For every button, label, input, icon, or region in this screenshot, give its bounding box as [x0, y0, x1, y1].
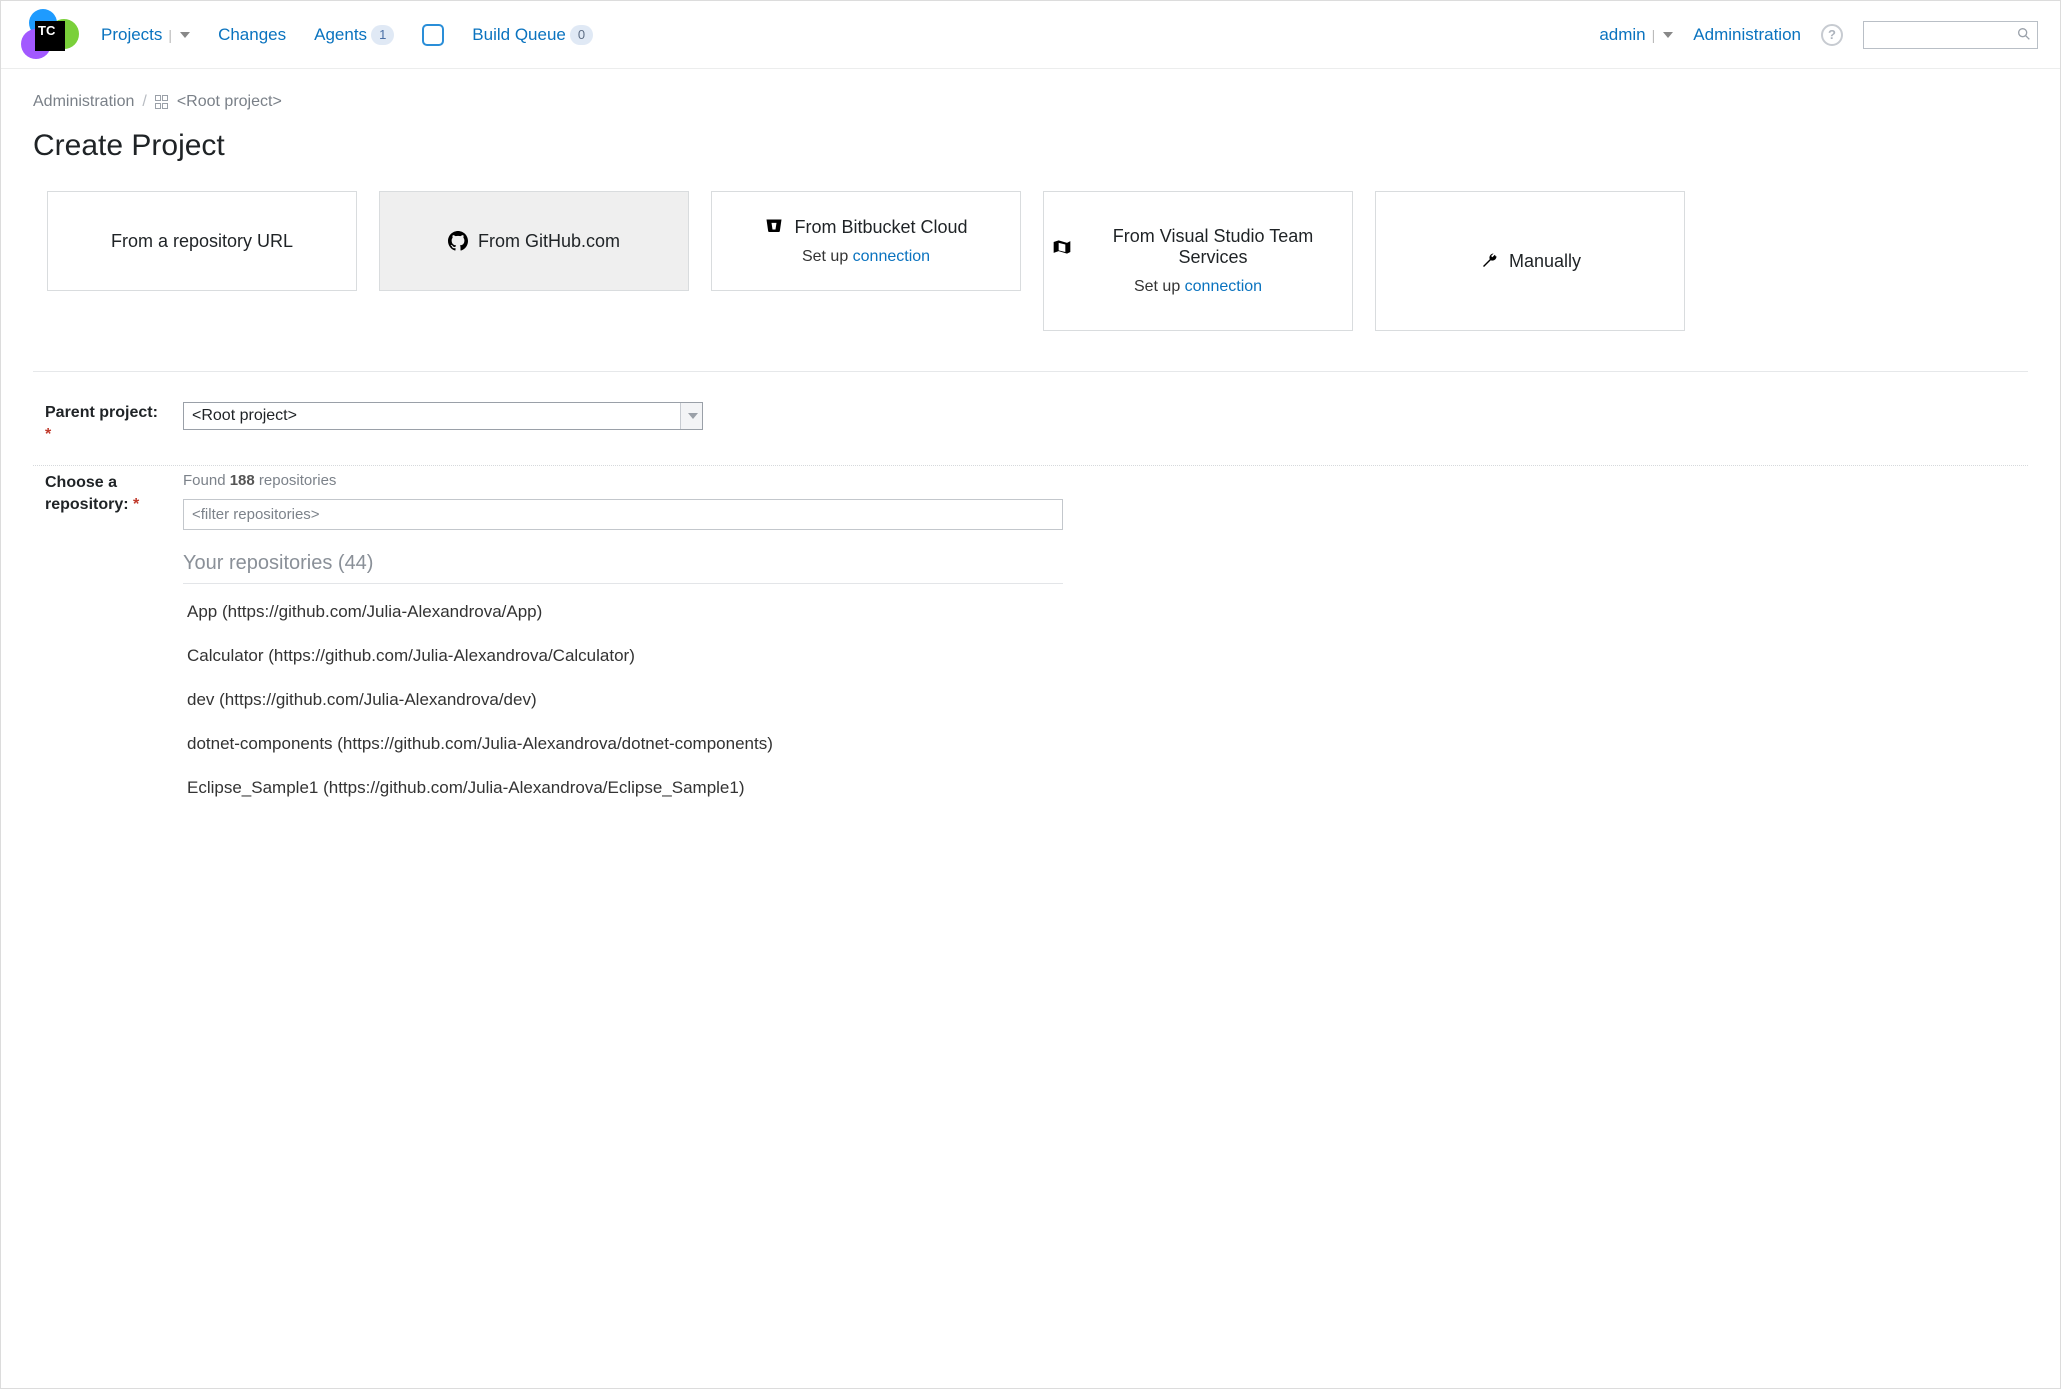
your-repositories-header: Your repositories (44) [183, 552, 1063, 584]
teamcity-logo[interactable]: TC [11, 7, 81, 63]
square-button[interactable] [422, 24, 444, 46]
repo-item[interactable]: App (https://github.com/Julia-Alexandrov… [183, 590, 1063, 634]
choose-repo-label: Choose a repository: * [45, 472, 163, 515]
found-repos-count: 188 [230, 472, 255, 489]
parent-project-select[interactable]: <Root project> [183, 402, 703, 430]
agents-count-badge: 1 [371, 25, 394, 45]
github-icon [448, 231, 468, 251]
tile-from-vsts[interactable]: From Visual Studio Team Services Set up … [1043, 191, 1353, 331]
search-input[interactable] [1863, 21, 2038, 49]
nav-user-label: admin [1599, 25, 1645, 45]
parent-project-dropdown-button[interactable] [680, 403, 702, 429]
nav-administration[interactable]: Administration [1693, 25, 1801, 45]
tile-from-bitbucket[interactable]: From Bitbucket Cloud Set up connection [711, 191, 1021, 291]
chevron-down-icon[interactable] [180, 32, 190, 38]
chevron-down-icon [688, 413, 698, 419]
nav-build-queue[interactable]: Build Queue 0 [472, 25, 593, 45]
divider [33, 371, 2028, 372]
nav-changes-label: Changes [218, 25, 286, 45]
parent-project-row: Parent project: * <Root project> [33, 396, 2028, 465]
choose-repo-row: Choose a repository: * Found 188 reposit… [33, 466, 2028, 830]
wrench-icon [1479, 251, 1499, 271]
nav-agents-label: Agents [314, 25, 367, 45]
tile-from-vsts-label: From Visual Studio Team Services [1082, 226, 1344, 268]
create-source-tiles: From a repository URL From GitHub.com Fr… [47, 191, 2028, 331]
nav-administration-label: Administration [1693, 25, 1801, 45]
tile-from-repo-url[interactable]: From a repository URL [47, 191, 357, 291]
repo-item[interactable]: Calculator (https://github.com/Julia-Ale… [183, 634, 1063, 678]
page-title: Create Project [33, 129, 2028, 163]
tile-manually[interactable]: Manually [1375, 191, 1685, 331]
repo-item[interactable]: Eclipse_Sample1 (https://github.com/Juli… [183, 766, 1063, 810]
nav-changes[interactable]: Changes [218, 25, 286, 45]
help-icon[interactable]: ? [1821, 24, 1843, 46]
nav-left: Projects | Changes Agents 1 Build Queue … [101, 24, 593, 46]
breadcrumb-root: <Root project> [177, 93, 282, 111]
nav-projects-label: Projects [101, 25, 162, 45]
found-repos-line: Found 188 repositories [183, 472, 1063, 489]
repo-item[interactable]: dotnet-components (https://github.com/Ju… [183, 722, 1063, 766]
parent-project-value: <Root project> [184, 403, 680, 429]
bitbucket-icon [764, 217, 784, 237]
parent-project-label: Parent project: * [45, 402, 163, 445]
logo-text: TC [35, 21, 65, 51]
vsts-icon [1052, 237, 1072, 257]
nav-agents[interactable]: Agents 1 [314, 25, 394, 45]
vsts-setup-line: Set up connection [1134, 278, 1262, 296]
project-icon [155, 95, 169, 109]
breadcrumb-administration[interactable]: Administration [33, 93, 134, 111]
tile-from-github-label: From GitHub.com [478, 231, 620, 252]
vsts-connection-link[interactable]: connection [1185, 278, 1262, 295]
build-queue-count-badge: 0 [570, 25, 593, 45]
tile-from-github[interactable]: From GitHub.com [379, 191, 689, 291]
search-box [1863, 21, 2038, 49]
nav-projects[interactable]: Projects | [101, 25, 190, 45]
breadcrumb: Administration / <Root project> [33, 93, 2028, 111]
tile-from-repo-url-label: From a repository URL [111, 231, 293, 252]
top-header: TC Projects | Changes Agents 1 Build Que… [1, 1, 2060, 69]
nav-right: admin | Administration ? [1599, 21, 2038, 49]
tile-from-bitbucket-label: From Bitbucket Cloud [794, 217, 967, 238]
filter-repositories-input[interactable] [183, 499, 1063, 530]
bitbucket-connection-link[interactable]: connection [853, 248, 930, 265]
chevron-down-icon[interactable] [1663, 32, 1673, 38]
nav-user[interactable]: admin | [1599, 25, 1673, 45]
bitbucket-setup-line: Set up connection [802, 248, 930, 266]
repo-item[interactable]: dev (https://github.com/Julia-Alexandrov… [183, 678, 1063, 722]
repo-list: App (https://github.com/Julia-Alexandrov… [183, 590, 1063, 810]
tile-manually-label: Manually [1509, 251, 1581, 272]
nav-build-queue-label: Build Queue [472, 25, 566, 45]
search-icon[interactable] [2016, 26, 2032, 47]
